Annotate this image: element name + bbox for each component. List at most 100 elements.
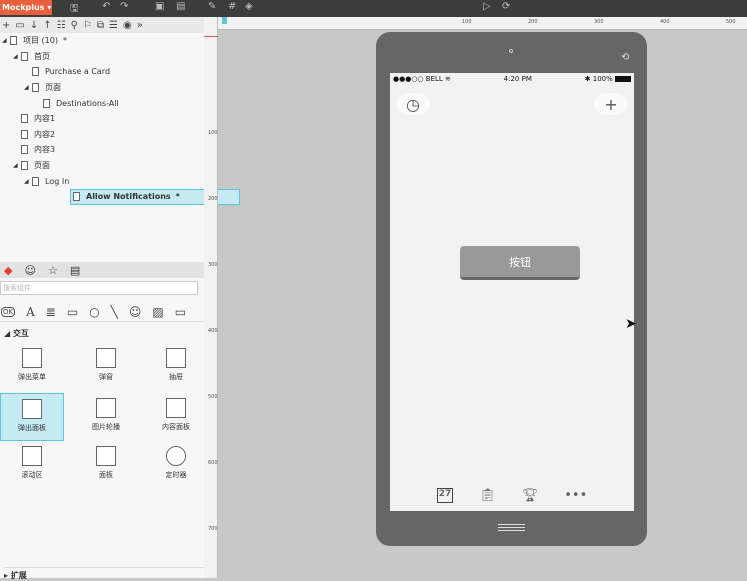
rectangle-shape-icon[interactable]: ▭	[67, 305, 78, 319]
component-label: 定时器	[165, 471, 187, 479]
tree-item[interactable]: ◢ 项目 (10) *	[0, 33, 204, 49]
app-menu-button[interactable]: Mockplus ▾	[0, 0, 52, 15]
home-indicator[interactable]	[498, 524, 525, 531]
tree-item-label: Purchase a Card	[45, 67, 111, 77]
component-tabs: ◆ ☺ ☆ ▤	[0, 262, 204, 278]
component-item[interactable]: 弹出面板	[0, 393, 64, 441]
group-icon[interactable]: ▣	[155, 1, 164, 12]
component-label: 内容面板	[162, 423, 190, 431]
component-search-input[interactable]: 搜索组件	[0, 281, 198, 295]
clock-button[interactable]: ◷	[396, 93, 430, 115]
tree-item[interactable]: 内容1	[0, 111, 204, 127]
cursor-icon: ➤	[625, 316, 637, 332]
components-tab-icon[interactable]: ◆	[4, 264, 12, 277]
page-toolbar: + ▭ ↓ ↑ ☷ ⚲ ⚐ ⧉ ☰ ◉ »	[0, 17, 204, 33]
folder-icon[interactable]: ▭	[15, 20, 24, 31]
calendar-icon[interactable]: 27	[436, 488, 454, 503]
component-label: 抽屉	[169, 373, 183, 381]
grid-icon[interactable]: #	[228, 1, 236, 12]
fill-icon[interactable]: ◈	[245, 1, 253, 12]
section-extension[interactable]: ▸ 扩展	[4, 567, 204, 581]
copy-icon[interactable]: ⧉	[97, 20, 104, 31]
tree-item-label: 内容3	[34, 145, 56, 155]
ruler-marker[interactable]	[222, 17, 227, 24]
component-item[interactable]: 定时器	[144, 441, 208, 489]
expand-icon[interactable]: ◢	[13, 53, 21, 60]
icon-shape-icon[interactable]: ☺	[129, 305, 142, 319]
component-item[interactable]: 弹窗	[74, 343, 138, 391]
top-toolbar: Mockplus ▾ 🖫 ↶ ↷ ▣ ▤ ✎ # ◈ ▷ ⟳	[0, 0, 747, 17]
component-item[interactable]: 内容面板	[144, 393, 208, 441]
bluetooth-icon: ✱	[584, 75, 591, 83]
tree-item[interactable]: 内容3	[0, 142, 204, 158]
modified-mark: *	[62, 36, 67, 46]
page-icon	[21, 129, 28, 139]
component-item[interactable]: 图片轮播	[74, 393, 138, 441]
more-icon[interactable]: •••	[564, 488, 587, 503]
component-icon	[96, 398, 116, 418]
tree-item[interactable]: ◢ 页面	[0, 158, 204, 174]
undo-icon[interactable]: ↶	[102, 1, 110, 12]
move-down-icon[interactable]: ↓	[30, 20, 38, 31]
expand-icon[interactable]: ◢	[24, 84, 32, 91]
more-icon[interactable]: »	[137, 20, 143, 31]
template-tab-icon[interactable]: ▤	[70, 264, 80, 277]
expand-icon[interactable]: ◢	[24, 178, 32, 185]
component-label: 弹窗	[99, 373, 113, 381]
section-interaction[interactable]: ◢ 交互	[4, 328, 29, 339]
rotate-icon[interactable]: ⟲	[621, 52, 629, 63]
sitemap-icon[interactable]: ☷	[57, 20, 66, 31]
eye-icon[interactable]: ◉	[123, 20, 132, 31]
save-icon[interactable]: 🖫	[70, 1, 79, 18]
page-icon	[10, 36, 17, 46]
tree-item[interactable]: Destinations-All	[0, 95, 204, 111]
tree-item[interactable]: 内容2	[0, 127, 204, 143]
tree-item[interactable]: ◢ 页面	[0, 80, 204, 96]
expand-icon[interactable]: ◢	[13, 162, 21, 169]
ruler-label: 100	[208, 130, 218, 136]
star-tab-icon[interactable]: ☆	[48, 264, 58, 277]
button-shape-icon[interactable]: OK	[1, 306, 16, 317]
list-icon[interactable]: ☰	[109, 20, 118, 31]
time: 4:20 PM	[503, 75, 532, 83]
expand-icon[interactable]: ◢	[2, 37, 10, 44]
clipboard-icon[interactable]: 📋︎	[479, 488, 496, 503]
text-shape-icon[interactable]: A	[26, 305, 35, 319]
add-button[interactable]: +	[594, 93, 628, 115]
component-item[interactable]: 面板	[74, 441, 138, 489]
component-item[interactable]: 抽屉	[144, 343, 208, 391]
move-up-icon[interactable]: ↑	[43, 20, 51, 31]
sync-icon[interactable]: ⟳	[502, 1, 510, 12]
trophy-icon[interactable]: 🏆︎	[522, 488, 539, 503]
component-label: 面板	[99, 471, 113, 479]
page-icon	[21, 51, 28, 61]
circle-shape-icon[interactable]: ○	[89, 305, 99, 319]
add-icon[interactable]: +	[2, 20, 10, 31]
flag-icon[interactable]: ⚐	[83, 20, 92, 31]
input-shape-icon[interactable]: ▭	[175, 305, 186, 319]
redo-icon[interactable]: ↷	[120, 1, 128, 12]
component-item[interactable]: 弹出菜单	[0, 343, 64, 391]
component-icon	[166, 446, 186, 466]
paragraph-shape-icon[interactable]: ≣	[46, 305, 56, 319]
tree-item[interactable]: ◢ 首页	[0, 49, 204, 65]
main-button[interactable]: 按钮	[460, 246, 580, 280]
tree-item-label: 页面	[45, 83, 61, 93]
clock-icon: ◷	[406, 94, 420, 114]
emoji-tab-icon[interactable]: ☺	[24, 264, 35, 277]
ungroup-icon[interactable]: ▤	[176, 1, 185, 12]
search-icon[interactable]: ⚲	[71, 20, 78, 31]
ruler-label: 500	[726, 19, 736, 25]
wifi-icon: ≋	[445, 75, 451, 83]
tree-item[interactable]: Purchase a Card	[0, 64, 204, 80]
component-item[interactable]: 滚动区	[0, 441, 64, 489]
play-icon[interactable]: ▷	[483, 1, 491, 12]
ruler-label: 400	[660, 19, 670, 25]
brush-icon[interactable]: ✎	[208, 1, 216, 12]
tree-item[interactable]: ◢ Log In	[0, 173, 204, 189]
image-shape-icon[interactable]: ▨	[152, 305, 163, 319]
line-shape-icon[interactable]: ╲	[111, 305, 118, 319]
component-icon	[96, 348, 116, 368]
ruler-label: 600	[208, 460, 218, 466]
component-label: 弹出面板	[18, 424, 46, 432]
